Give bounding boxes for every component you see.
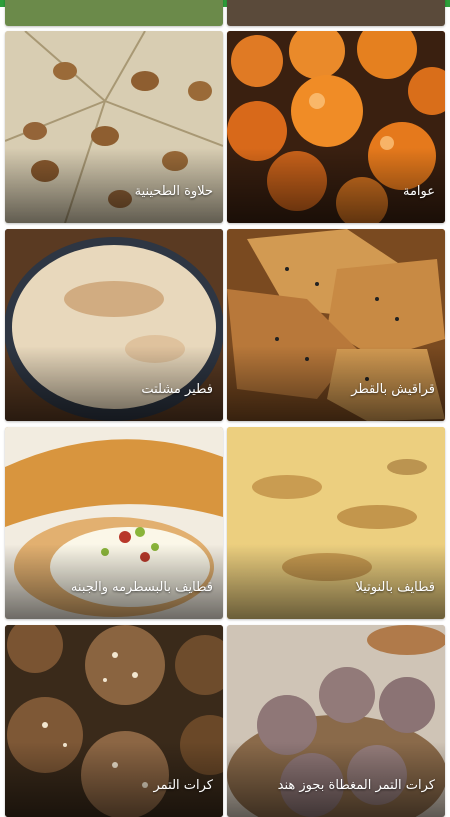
recipe-title: كرات التمر — [153, 778, 213, 793]
recipe-title: فطير مشلتت — [141, 382, 213, 397]
recipe-card-tamr-coconut[interactable]: كرات التمر المغطاة بجوز هند — [227, 625, 445, 817]
recipe-title: قطايف بالبسطرمه والجبنه — [70, 580, 213, 595]
recipe-title: قطايف بالنوتيلا — [355, 580, 435, 595]
recipe-title: كرات التمر المغطاة بجوز هند — [277, 778, 435, 793]
recipe-image — [227, 0, 445, 26]
recipe-card-fateer[interactable]: فطير مشلتت — [5, 229, 223, 421]
recipe-card-awama[interactable]: عوامة — [227, 31, 445, 223]
recipe-card-qatayef-basterma[interactable]: قطايف بالبسطرمه والجبنه — [5, 427, 223, 619]
recipe-grid: عوامة حلاوة الطحينية قراقيش بالقطر فطير … — [0, 0, 450, 817]
recipe-title: عوامة — [402, 184, 435, 199]
recipe-title: قراقيش بالقطر — [351, 382, 435, 397]
recipe-title: حلاوة الطحينية — [134, 184, 213, 199]
recipe-card-qatayef-nutella[interactable]: قطايف بالنوتيلا — [227, 427, 445, 619]
recipe-card-partial-left[interactable] — [5, 0, 223, 26]
recipe-card-halawa[interactable]: حلاوة الطحينية — [5, 31, 223, 223]
recipe-image — [5, 0, 223, 26]
recipe-card-tamr[interactable]: كرات التمر — [5, 625, 223, 817]
recipe-card-partial-right[interactable] — [227, 0, 445, 26]
recipe-card-qaraqish[interactable]: قراقيش بالقطر — [227, 229, 445, 421]
